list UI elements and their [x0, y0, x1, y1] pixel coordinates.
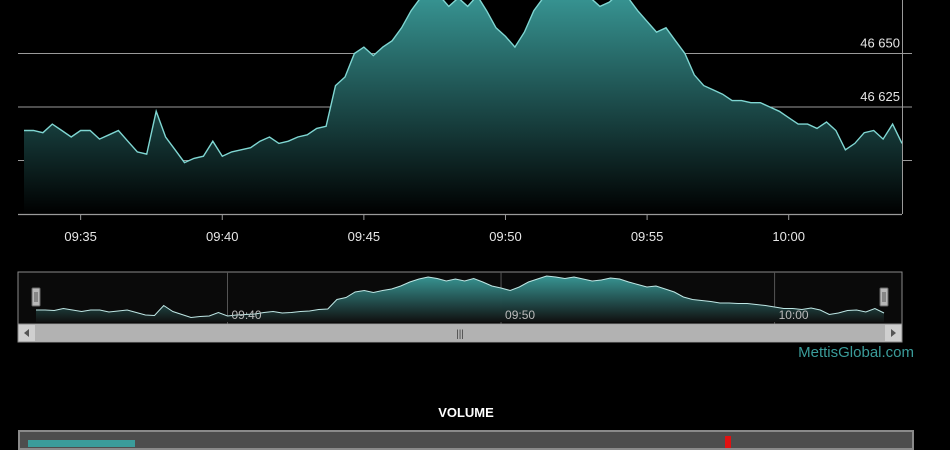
- y-tick-label: 46 650: [860, 36, 900, 51]
- x-tick-label: 09:35: [64, 229, 97, 244]
- x-tick-label: 10:00: [772, 229, 805, 244]
- navigator-right-handle[interactable]: [879, 287, 889, 307]
- x-tick-label: 09:45: [348, 229, 381, 244]
- x-tick-label: 09:55: [631, 229, 664, 244]
- navigator-left-handle[interactable]: [31, 287, 41, 307]
- volume-title: VOLUME: [438, 405, 494, 420]
- navigator-tick-label: 09:40: [231, 308, 261, 322]
- brand-watermark: MettisGlobal.com: [798, 344, 914, 361]
- y-tick-label: 46 625: [860, 89, 900, 104]
- navigator-tick-label: 09:50: [505, 308, 535, 322]
- volume-fill: [28, 440, 135, 447]
- x-tick-label: 09:40: [206, 229, 239, 244]
- price-chart: 46 57546 60046 62546 65009:3509:4009:450…: [18, 0, 912, 244]
- scrollbar-grip-icon: |||: [456, 329, 464, 340]
- navigator-chart[interactable]: 09:40 09:50 10:00 |||: [0, 262, 950, 346]
- x-tick-label: 09:50: [489, 229, 522, 244]
- volume-marker: [725, 436, 731, 448]
- volume-bar: [18, 430, 914, 450]
- navigator-tick-label: 10:00: [779, 308, 809, 322]
